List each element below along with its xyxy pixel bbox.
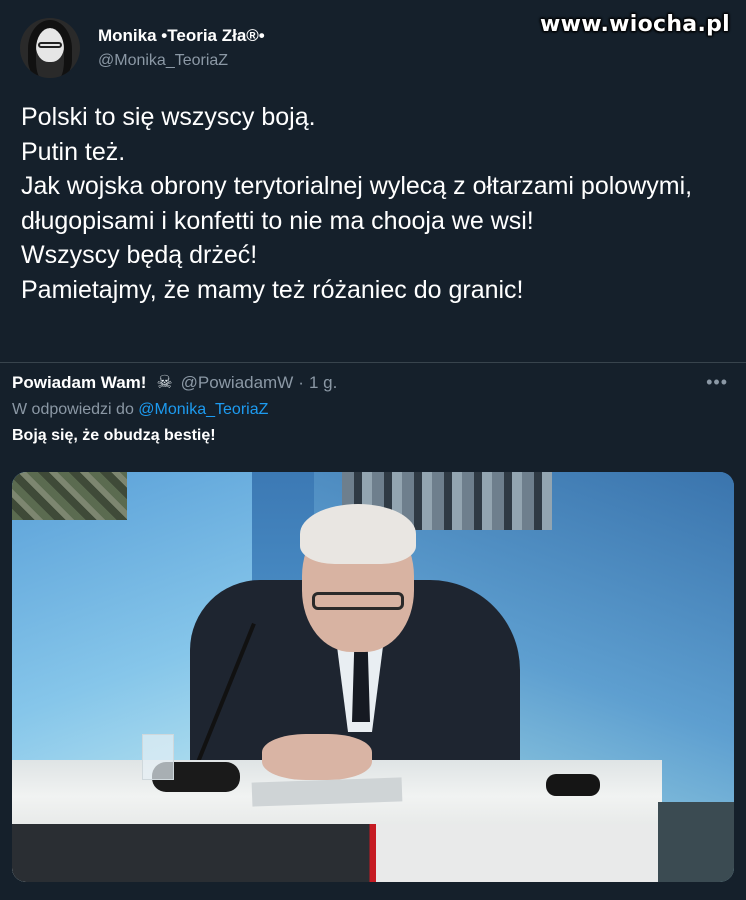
background-camo-figure bbox=[12, 472, 127, 520]
avatar-glasses bbox=[38, 42, 62, 48]
reply-text: Boją się, że obudzą bestię! bbox=[12, 427, 216, 444]
reply-mention-link[interactable]: @Monika_TeoriaZ bbox=[138, 401, 268, 418]
water-glass bbox=[142, 734, 174, 780]
author-handle[interactable]: @Monika_TeoriaZ bbox=[98, 52, 265, 70]
reply-prefix: W odpowiedzi do bbox=[12, 401, 134, 418]
tweet-line: Pamietajmy, że mamy też różaniec do gran… bbox=[21, 275, 524, 304]
man-glasses bbox=[312, 592, 404, 610]
tweet-line: Polski to się wszyscy boją. bbox=[21, 103, 316, 131]
reply-context: W odpowiedzi do @Monika_TeoriaZ bbox=[12, 401, 734, 419]
reply-timestamp[interactable]: 1 g. bbox=[309, 373, 337, 393]
earphones bbox=[546, 774, 600, 796]
reply-photo[interactable] bbox=[12, 472, 734, 882]
tweet-line: Putin też. bbox=[21, 137, 126, 166]
floor-corner bbox=[658, 802, 734, 882]
tweet-line: Jak wojska obrony terytorialnej wylecą z… bbox=[21, 172, 693, 235]
tweet-line: Wszyscy będą drżeć! bbox=[21, 241, 258, 269]
man-hair bbox=[300, 504, 416, 564]
reply-tweet[interactable]: Powiadam Wam! ☠ @PowiadamW · 1 g. ••• W … bbox=[12, 372, 734, 445]
reply-handle[interactable]: @PowiadamW bbox=[181, 373, 294, 393]
reply-header: Powiadam Wam! ☠ @PowiadamW · 1 g. bbox=[12, 372, 734, 393]
separator-dot: · bbox=[298, 372, 304, 392]
skull-crossbones-icon: ☠ bbox=[156, 372, 173, 392]
more-options-icon[interactable]: ••• bbox=[706, 372, 728, 393]
avatar[interactable] bbox=[20, 18, 80, 78]
watermark: www.wiocha.pl bbox=[540, 12, 730, 37]
tweet-header: Monika •Teoria Zła®• @Monika_TeoriaZ bbox=[20, 18, 265, 78]
desk-front bbox=[12, 824, 662, 882]
author-display-name[interactable]: Monika •Teoria Zła®• bbox=[98, 26, 265, 46]
clasped-hands bbox=[262, 734, 372, 780]
author-names: Monika •Teoria Zła®• @Monika_TeoriaZ bbox=[98, 26, 265, 70]
tweet-text: Polski to się wszyscy boją. Putin też. J… bbox=[21, 100, 731, 307]
reply-display-name[interactable]: Powiadam Wam! bbox=[12, 373, 146, 393]
divider bbox=[0, 362, 746, 363]
